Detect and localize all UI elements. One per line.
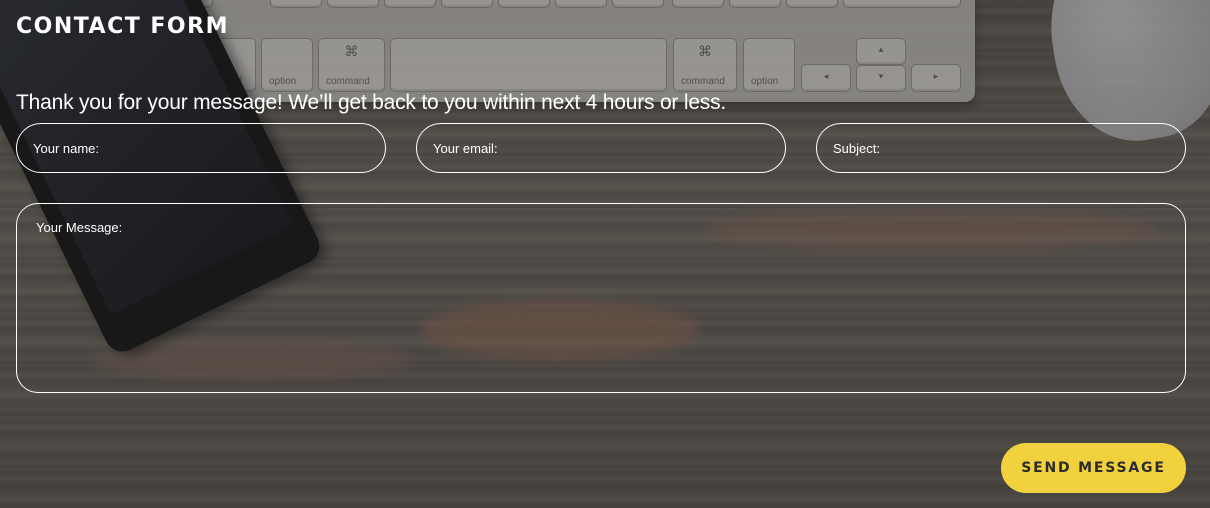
send-message-button[interactable]: SEND MESSAGE	[1001, 443, 1186, 493]
contact-form-section: CONTACT FORM Thank you for your message!…	[0, 0, 1210, 508]
message-textarea[interactable]	[16, 203, 1186, 393]
email-input[interactable]	[416, 123, 786, 173]
page-title: CONTACT FORM	[16, 14, 229, 39]
confirmation-message: Thank you for your message! We’ll get ba…	[16, 91, 727, 114]
subject-input[interactable]	[816, 123, 1186, 173]
name-input[interactable]	[16, 123, 386, 173]
